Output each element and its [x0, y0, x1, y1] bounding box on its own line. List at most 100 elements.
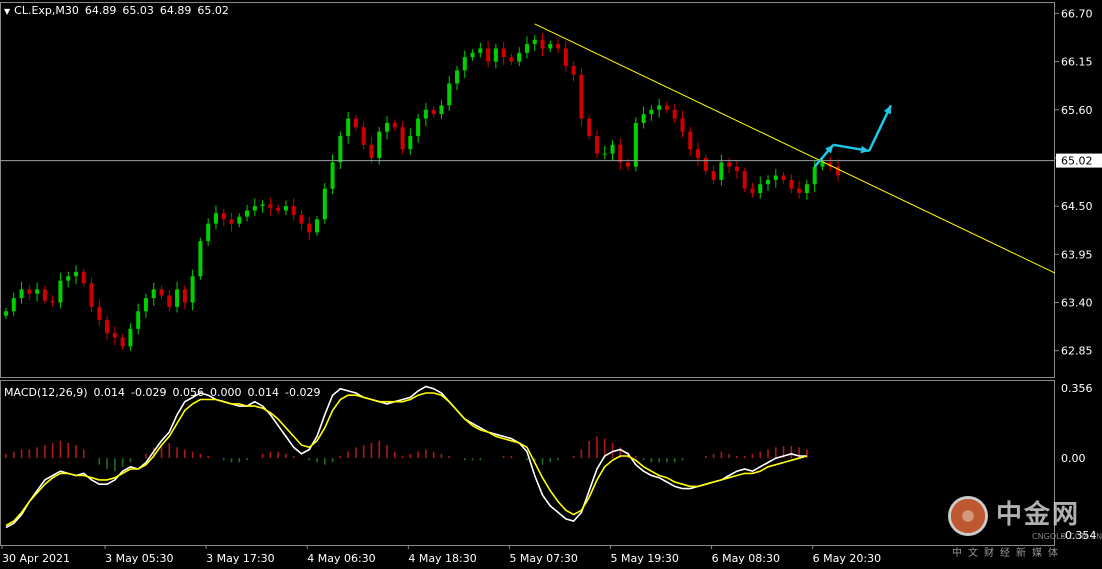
candle-body — [773, 175, 778, 180]
candle-body — [136, 311, 141, 329]
price-tick-label: 62.85 — [1061, 345, 1093, 358]
candle-body — [820, 162, 825, 167]
price-tick-label: 63.40 — [1061, 297, 1093, 310]
candle-body — [392, 122, 397, 128]
candle-body — [532, 39, 537, 45]
candle-body — [447, 83, 452, 106]
candle-body — [213, 213, 218, 224]
candle-body — [346, 118, 351, 137]
candles — [4, 33, 840, 351]
candle-body — [42, 289, 47, 301]
candle-body — [766, 179, 771, 185]
candle-body — [291, 206, 296, 215]
candle-body — [416, 118, 421, 137]
candle-body — [563, 48, 568, 66]
time-tick-label: 5 May 07:30 — [509, 552, 577, 565]
watermark-name: 中金网 — [996, 500, 1081, 530]
candle-body — [120, 337, 125, 347]
candle-body — [524, 44, 529, 53]
candle-body — [657, 105, 662, 110]
candle-body — [594, 136, 599, 154]
price-axis: 66.7066.1565.6065.0564.5063.9563.4062.85… — [1055, 7, 1102, 542]
candle-body — [19, 289, 24, 299]
candle-body — [408, 136, 413, 150]
candle-body — [66, 276, 71, 281]
chart-canvas: 66.7066.1565.6065.0564.5063.9563.4062.85… — [0, 2, 1102, 565]
candle-body — [260, 204, 265, 207]
time-tick-label: 4 May 18:30 — [408, 552, 476, 565]
price-tick-label: 63.95 — [1061, 248, 1093, 261]
candle-body — [540, 39, 545, 49]
candle-body — [11, 298, 16, 312]
time-tick-label: 4 May 06:30 — [307, 552, 375, 565]
candle-body — [470, 52, 475, 58]
high-value: 65.03 — [122, 4, 154, 17]
candle-body — [167, 295, 172, 307]
candle-body — [252, 206, 257, 211]
macd-line — [5, 385, 807, 529]
candle-body — [361, 127, 366, 145]
candle-body — [703, 157, 708, 172]
candle-body — [190, 276, 195, 303]
candle-body — [789, 179, 794, 189]
candle-body — [812, 166, 817, 185]
candle-body — [478, 48, 483, 53]
collapse-triangle-icon[interactable]: ▼ — [4, 7, 10, 16]
candle-body — [696, 149, 701, 158]
macd-value: 0.056 — [172, 386, 205, 399]
macd-tick-label: 0.356 — [1061, 382, 1093, 395]
cngold-logo-icon — [948, 496, 988, 536]
candle-body — [338, 136, 343, 163]
candle-body — [501, 48, 506, 58]
candle-body — [781, 175, 786, 180]
macd-panel-border — [0, 380, 1055, 546]
candle-body — [493, 48, 498, 62]
candle-body — [182, 289, 187, 303]
close-value: 65.02 — [197, 4, 229, 17]
open-value: 64.89 — [84, 4, 117, 17]
candle-body — [734, 166, 739, 172]
candle-body — [742, 171, 747, 189]
candle-body — [556, 44, 561, 49]
candle-body — [198, 241, 203, 277]
candle-body — [175, 289, 180, 307]
candle-body — [439, 105, 444, 115]
candle-body — [237, 216, 242, 224]
candle-body — [517, 52, 522, 62]
candle-body — [579, 74, 584, 119]
candle-body — [672, 109, 677, 119]
price-tick-label: 65.60 — [1061, 104, 1093, 117]
candle-body — [322, 188, 327, 220]
price-tick-label: 64.50 — [1061, 200, 1093, 213]
candle-body — [50, 300, 55, 303]
candle-body — [369, 144, 374, 158]
macd-value: -0.029 — [285, 386, 321, 399]
candle-body — [618, 144, 623, 163]
watermark-tagline: 中文财经新媒体 — [952, 548, 1064, 559]
candle-body — [268, 204, 273, 208]
candle-body — [315, 219, 320, 233]
macd-value: 0.014 — [93, 386, 126, 399]
candle-body — [159, 289, 164, 296]
candle-body — [797, 188, 802, 194]
candle-body — [89, 283, 94, 307]
candle-body — [727, 162, 732, 167]
time-tick-label: 3 May 17:30 — [206, 552, 274, 565]
candle-body — [97, 306, 102, 321]
candle-body — [276, 207, 281, 211]
time-tick-label: 6 May 20:30 — [813, 552, 881, 565]
candle-body — [151, 289, 156, 299]
current-price-label: 65.02 — [1061, 155, 1093, 168]
candle-body — [58, 280, 63, 303]
candle-body — [548, 44, 553, 49]
price-tick-label: 66.70 — [1061, 7, 1093, 20]
annotations — [0, 23, 1056, 274]
candle-body — [307, 223, 312, 233]
candle-body — [128, 328, 133, 347]
time-tick-label: 3 May 05:30 — [105, 552, 173, 565]
candle-body — [245, 210, 250, 217]
candle-body — [719, 162, 724, 180]
candle-body — [454, 70, 459, 84]
price-tick-label: 66.15 — [1061, 56, 1093, 69]
candle-body — [664, 105, 669, 110]
